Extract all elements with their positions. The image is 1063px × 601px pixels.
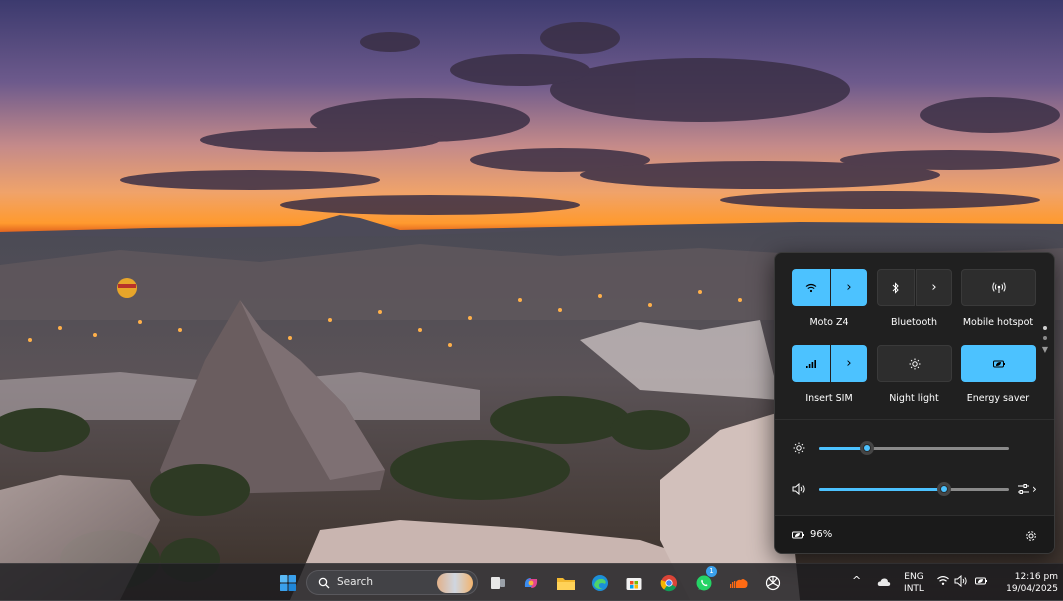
whatsapp-button[interactable]: 1 [693, 566, 717, 594]
cellular-expand-button[interactable]: › [831, 345, 867, 382]
wifi-icon [805, 283, 817, 292]
wifi-toggle-button[interactable] [792, 269, 830, 306]
energy-saver-toggle-button[interactable] [961, 345, 1036, 382]
copilot-icon [524, 578, 538, 588]
battery-status[interactable]: 96% [791, 529, 832, 540]
panel-divider [775, 419, 1054, 420]
soundcloud-icon [730, 579, 748, 588]
volume-icon [954, 575, 967, 587]
volume-slider-fill [819, 488, 944, 491]
taskbar-search-box[interactable]: Search [306, 570, 478, 595]
brightness-slider-thumb[interactable] [860, 441, 874, 455]
quick-settings-footer: 96% [775, 515, 1054, 553]
chevron-right-icon: › [931, 280, 937, 295]
show-hidden-icons-button[interactable]: ^ [852, 574, 861, 587]
volume-slider-row: › [789, 480, 1039, 498]
clock-time: 12:16 pm [1014, 572, 1058, 582]
store-button[interactable] [623, 572, 645, 594]
file-explorer-button[interactable] [555, 572, 577, 594]
audio-mixer-icon [1018, 484, 1029, 494]
battery-saver-icon [975, 577, 987, 585]
store-icon [626, 578, 642, 590]
battery-percentage: 96% [810, 529, 833, 540]
page-dot-2[interactable] [1043, 336, 1047, 340]
audio-output-button[interactable]: › [1017, 481, 1041, 497]
energy-saver-tile-label: Energy saver [966, 393, 1030, 404]
mobile-hotspot-tile: Mobile hotspot [961, 269, 1036, 328]
chevron-right-icon: › [846, 356, 852, 371]
wifi-icon [937, 576, 949, 586]
energy-saver-tile: Energy saver [961, 345, 1036, 404]
windows-start-icon [280, 575, 296, 591]
cellular-tile: › Insert SIM [792, 345, 867, 404]
bluetooth-expand-button[interactable]: › [916, 269, 952, 306]
chevron-up-icon: ^ [852, 574, 862, 587]
volume-slider-thumb[interactable] [937, 482, 951, 496]
chevron-right-icon: › [1032, 482, 1037, 496]
quick-settings-page-indicator: ▼ [1040, 326, 1050, 354]
night-light-tile: Night light [877, 345, 952, 404]
edge-button[interactable] [589, 572, 611, 594]
soundcloud-button[interactable] [728, 572, 750, 594]
copilot-button[interactable] [520, 572, 542, 594]
language-indicator[interactable]: ENG INTL [899, 571, 929, 595]
chrome-icon [660, 575, 677, 592]
file-explorer-icon [557, 578, 575, 590]
energy-saver-icon [992, 360, 1005, 367]
keyboard-layout: INTL [904, 584, 924, 594]
search-placeholder: Search [337, 576, 374, 588]
bluetooth-tile: › Bluetooth [877, 269, 952, 328]
brightness-slider-row [789, 439, 1039, 457]
search-highlight-icon [437, 573, 473, 593]
clock-date: 19/04/2025 [1006, 584, 1058, 594]
settings-gear-icon[interactable] [1025, 530, 1037, 542]
wifi-tile: › Moto Z4 [792, 269, 867, 328]
chevron-down-icon[interactable]: ▼ [1040, 346, 1050, 354]
chatgpt-button[interactable] [762, 572, 784, 594]
cellular-toggle-button[interactable] [792, 345, 830, 382]
chevron-right-icon: › [846, 280, 852, 295]
mobile-hotspot-toggle-button[interactable] [961, 269, 1036, 306]
volume-icon[interactable] [792, 483, 806, 495]
start-button[interactable] [277, 572, 299, 594]
network-volume-battery-group[interactable] [936, 575, 990, 589]
chatgpt-icon [765, 575, 781, 591]
cellular-icon [806, 359, 816, 368]
brightness-icon [793, 442, 805, 454]
whatsapp-notification-badge: 1 [706, 566, 717, 577]
chrome-button[interactable] [658, 572, 680, 594]
taskbar: Search 1 ^ ENG INTL 12:16 pm 19/04/2025 [0, 563, 1063, 601]
search-icon [318, 577, 330, 589]
widgets-button[interactable] [487, 572, 509, 594]
night-light-icon [909, 358, 920, 369]
widgets-icon [491, 577, 505, 589]
night-light-toggle-button[interactable] [877, 345, 952, 382]
onedrive-cloud-icon[interactable] [877, 577, 891, 587]
wifi-expand-button[interactable]: › [831, 269, 867, 306]
quick-settings-panel: › Moto Z4 › Bluetooth Mobile hotspot › I… [774, 252, 1055, 554]
battery-saver-icon [792, 531, 804, 538]
hotspot-icon [991, 281, 1006, 293]
bluetooth-toggle-button[interactable] [877, 269, 915, 306]
clock[interactable]: 12:16 pm 19/04/2025 [1000, 571, 1058, 595]
edge-icon [592, 575, 608, 591]
language-code: ENG [904, 572, 924, 582]
mobile-hotspot-tile-label: Mobile hotspot [962, 317, 1034, 328]
bluetooth-icon [892, 281, 899, 294]
page-dot-1[interactable] [1043, 326, 1047, 330]
